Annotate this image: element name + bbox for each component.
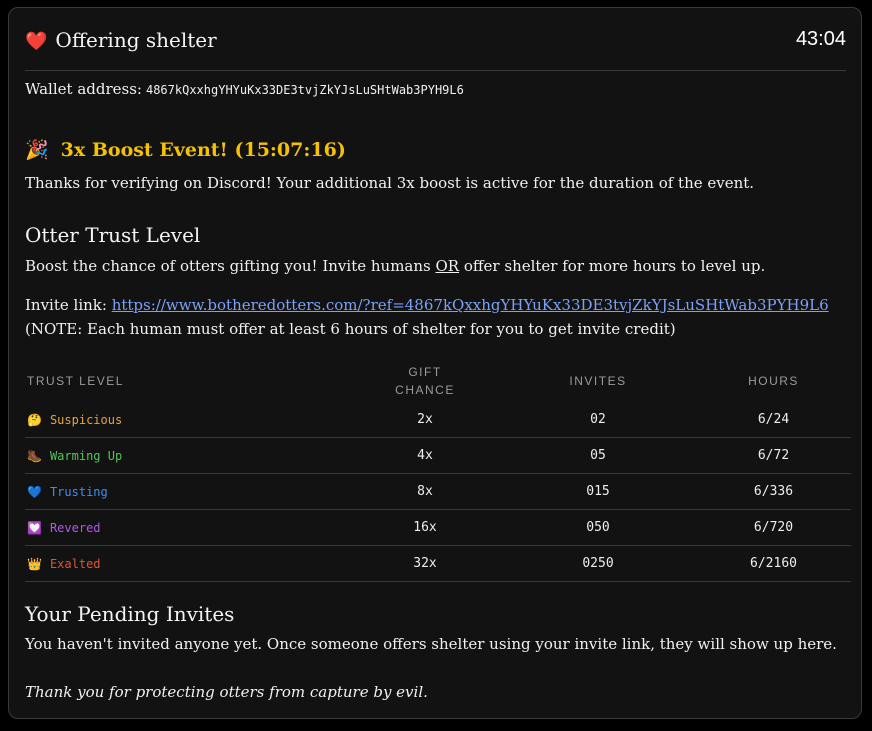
countdown-timer: 43:04	[795, 28, 846, 50]
shelter-card: ❤️ Offering shelter 43:04 Wallet address:…	[8, 7, 862, 719]
boost-event-title: 🎉 3x Boost Event! (15:07:16)	[25, 138, 346, 161]
trust-level-cell: 👑 Exalted	[25, 545, 350, 582]
invites-cell: 0250	[500, 545, 696, 582]
invites-cell: 015	[500, 473, 696, 510]
gift-chance-cell: 16x	[350, 509, 500, 546]
hours-cell: 6/720	[696, 509, 851, 546]
trust-desc-part: Boost the chance of otters gifting you! …	[25, 257, 436, 275]
trust-desc-part: offer shelter for more hours to level up…	[459, 257, 766, 275]
col-header-hours: HOURS	[748, 374, 799, 388]
level-name: Trusting	[49, 484, 108, 499]
blue-heart-icon: 💙	[27, 484, 42, 499]
crown-icon: 👑	[27, 556, 42, 571]
wallet-address: 4867kQxxhgYHYuKx33DE3tvjZkYJsLuSHtWab3PY…	[145, 83, 464, 97]
invite-row: Invite link: https://www.botheredotters.…	[25, 296, 829, 314]
thinking-face-icon: 🤔	[27, 412, 42, 427]
gift-chance-label: GIFT CHANCE	[395, 365, 455, 397]
trust-level-cell: 🥾 Warming Up	[25, 437, 350, 474]
table-header-row: TRUST LEVEL GIFT CHANCE INVITES HOURS	[25, 360, 851, 402]
wallet-row: Wallet address: 4867kQxxhgYHYuKx33DE3tvjZ…	[25, 80, 464, 98]
boost-description: Thanks for verifying on Discord! Your ad…	[25, 174, 755, 192]
table-row: 🤔 Suspicious 2x 02 6/24	[25, 402, 851, 438]
trust-desc-or: OR	[435, 257, 460, 275]
card-header: ❤️ Offering shelter 43:04	[25, 22, 846, 71]
hours-cell: 6/336	[696, 473, 851, 510]
boost-title-text: 3x Boost Event! (15:07:16)	[60, 139, 346, 161]
invites-cell: 02	[500, 402, 696, 438]
trust-level-cell: 💙 Trusting	[25, 473, 350, 510]
level-name: Exalted	[49, 556, 101, 571]
footer-message: Thank you for protecting otters from cap…	[25, 683, 428, 701]
pending-invites-heading: Your Pending Invites	[25, 602, 235, 626]
level-name: Suspicious	[49, 412, 123, 427]
gift-chance-cell: 8x	[350, 473, 500, 510]
trust-level-cell: 🤔 Suspicious	[25, 402, 350, 438]
pending-invites-text: You haven't invited anyone yet. Once som…	[25, 635, 837, 653]
level-name: Warming Up	[49, 448, 123, 463]
boot-icon: 🥾	[27, 448, 42, 463]
gift-chance-cell: 2x	[350, 402, 500, 438]
invite-link[interactable]: https://www.botheredotters.com/?ref=4867…	[112, 296, 829, 314]
invites-cell: 050	[500, 509, 696, 546]
gift-chance-cell: 4x	[350, 437, 500, 474]
trust-level-cell: 💟 Revered	[25, 509, 350, 546]
hours-cell: 6/2160	[696, 545, 851, 582]
heart-decoration-icon: 💟	[27, 520, 42, 535]
title-text: Offering shelter	[55, 28, 217, 52]
table-row: 🥾 Warming Up 4x 05 6/72	[25, 437, 851, 474]
table-row: 💟 Revered 16x 050 6/720	[25, 509, 851, 546]
trust-description: Boost the chance of otters gifting you! …	[25, 257, 765, 275]
col-header-gift-chance: GIFT CHANCE	[350, 360, 500, 402]
level-name: Revered	[49, 520, 101, 535]
invite-label: Invite link:	[25, 296, 107, 314]
col-header-invites: INVITES	[569, 374, 627, 388]
page-title: ❤️ Offering shelter	[25, 28, 217, 52]
table-row: 💙 Trusting 8x 015 6/336	[25, 473, 851, 510]
trust-heading: Otter Trust Level	[25, 223, 201, 247]
gift-chance-cell: 32x	[350, 545, 500, 582]
invites-cell: 05	[500, 437, 696, 474]
heart-icon: ❤️	[25, 31, 48, 52]
table-row: 👑 Exalted 32x 0250 6/2160	[25, 545, 851, 582]
party-popper-icon: 🎉	[25, 139, 49, 161]
invite-note: (NOTE: Each human must offer at least 6 …	[25, 320, 676, 338]
hours-cell: 6/72	[696, 437, 851, 474]
wallet-label: Wallet address:	[25, 80, 142, 98]
col-header-trust-level: TRUST LEVEL	[27, 374, 124, 388]
trust-level-table: TRUST LEVEL GIFT CHANCE INVITES HOURS 🤔 S…	[25, 360, 851, 582]
hours-cell: 6/24	[696, 402, 851, 438]
